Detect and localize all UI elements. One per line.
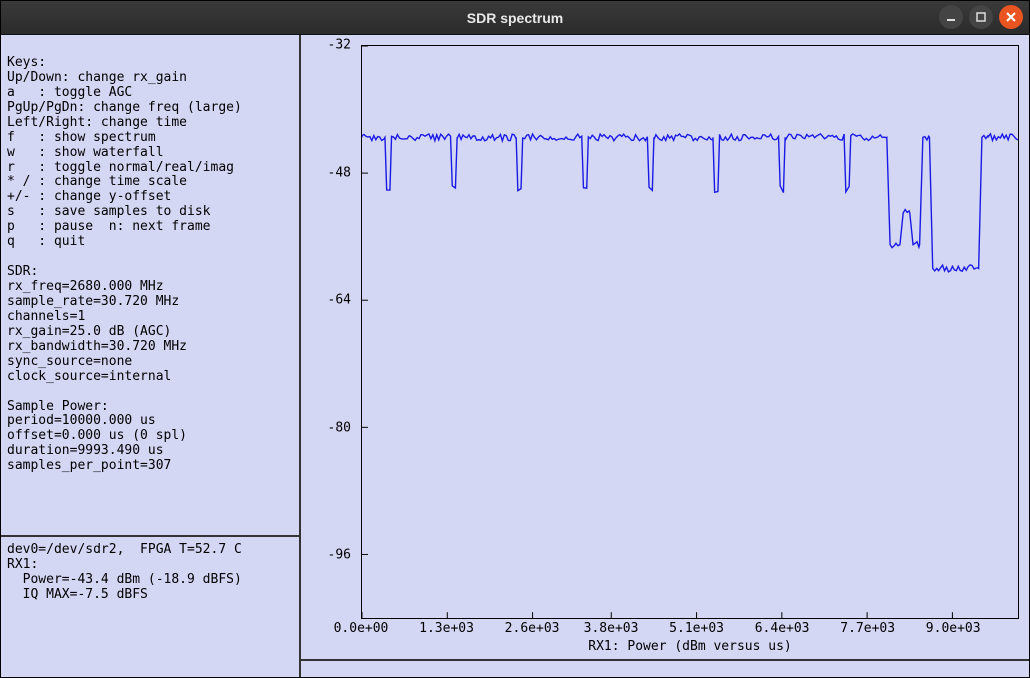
plot-canvas [361, 45, 1019, 619]
y-tick-label: -32 [328, 38, 351, 53]
window-controls [939, 5, 1023, 29]
x-tick-label: 3.8e+03 [584, 621, 639, 636]
x-tick-label: 9.0e+03 [926, 621, 981, 636]
help-and-sdr-info: Keys: Up/Down: change rx_gain a : toggle… [1, 35, 299, 535]
y-axis-ticks: -32-48-64-80-96 [301, 45, 361, 619]
title-bar[interactable]: SDR spectrum [1, 1, 1029, 35]
x-tick-label: 1.3e+03 [419, 621, 474, 636]
maximize-button[interactable] [969, 5, 993, 29]
y-tick-label: -64 [328, 293, 351, 308]
close-button[interactable] [999, 5, 1023, 29]
y-tick-label: -80 [328, 420, 351, 435]
x-axis-label: RX1: Power (dBm versus us) [588, 639, 792, 654]
y-tick-label: -96 [328, 548, 351, 563]
x-tick-label: 7.7e+03 [840, 621, 895, 636]
x-axis-ticks: RX1: Power (dBm versus us) 0.0e+001.3e+0… [361, 619, 1019, 659]
x-tick-label: 2.6e+03 [505, 621, 560, 636]
window-title: SDR spectrum [1, 10, 1029, 26]
plot-area[interactable]: -32 -48 -64 -80 -96 RX1: Power (dBm versus u… [301, 35, 1029, 659]
right-panel: -32 -48 -64 -80 -96 RX1: Power (dBm versus u… [301, 35, 1029, 677]
x-tick-label: 6.4e+03 [755, 621, 810, 636]
x-tick-label: 0.0e+00 [334, 621, 389, 636]
bottom-status-bar [301, 659, 1029, 677]
minimize-button[interactable] [939, 5, 963, 29]
app-window: SDR spectrum Keys: Up/Down: change rx_ga… [0, 0, 1030, 678]
y-tick-label: -48 [328, 165, 351, 180]
plot-svg [362, 46, 1018, 618]
content-area: Keys: Up/Down: change rx_gain a : toggle… [1, 35, 1029, 677]
left-panel: Keys: Up/Down: change rx_gain a : toggle… [1, 35, 301, 677]
x-tick-label: 5.1e+03 [669, 621, 724, 636]
device-status: dev0=/dev/sdr2, FPGA T=52.7 C RX1: Power… [1, 537, 299, 677]
